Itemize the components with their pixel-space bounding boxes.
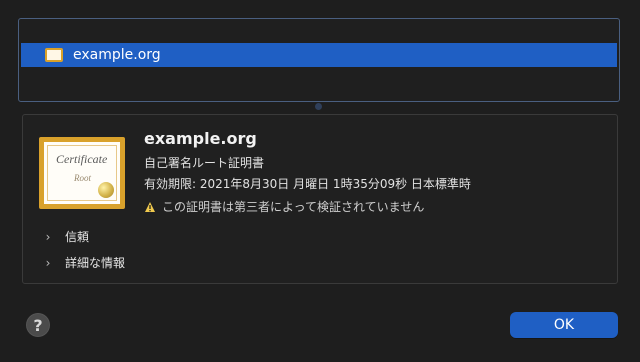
chevron-right-icon[interactable]: › xyxy=(43,256,53,270)
certificate-type: 自己署名ルート証明書 xyxy=(144,156,265,170)
certificate-expiry: 有効期限: 2021年8月30日 月曜日 1時35分09秒 日本標準時 xyxy=(144,177,471,191)
certificate-list-row-label: example.org xyxy=(73,47,161,63)
trust-disclosure[interactable]: › 信頼 xyxy=(43,228,89,245)
details-disclosure-label: 詳細な情報 xyxy=(65,256,126,270)
certificate-warning: この証明書は第三者によって検証されていません xyxy=(144,198,594,215)
chevron-right-icon[interactable]: › xyxy=(43,230,53,244)
seal-icon xyxy=(98,182,114,198)
certificate-list-row-selected[interactable]: example.org xyxy=(21,43,617,67)
certificate-details-panel: Certificate Root example.org 自己署名ルート証明書 … xyxy=(22,114,618,284)
certificate-list[interactable]: example.org xyxy=(18,18,620,102)
trust-disclosure-label: 信頼 xyxy=(65,230,90,244)
certificate-icon xyxy=(45,48,63,62)
warning-icon xyxy=(144,201,156,213)
ok-button[interactable]: OK xyxy=(510,312,618,338)
help-button[interactable]: ? xyxy=(26,313,50,337)
split-view-resize-handle[interactable] xyxy=(315,103,322,110)
certificate-icon: Certificate Root xyxy=(39,137,125,209)
details-disclosure[interactable]: › 詳細な情報 xyxy=(43,254,125,271)
certificate-icon-title: Certificate xyxy=(56,152,108,166)
certificate-warning-text: この証明書は第三者によって検証されていません xyxy=(162,200,425,214)
certificate-summary: example.org 自己署名ルート証明書 有効期限: 2021年8月30日 … xyxy=(144,129,594,215)
certificate-icon-subtitle: Root xyxy=(74,173,91,183)
certificate-name: example.org xyxy=(144,129,257,148)
